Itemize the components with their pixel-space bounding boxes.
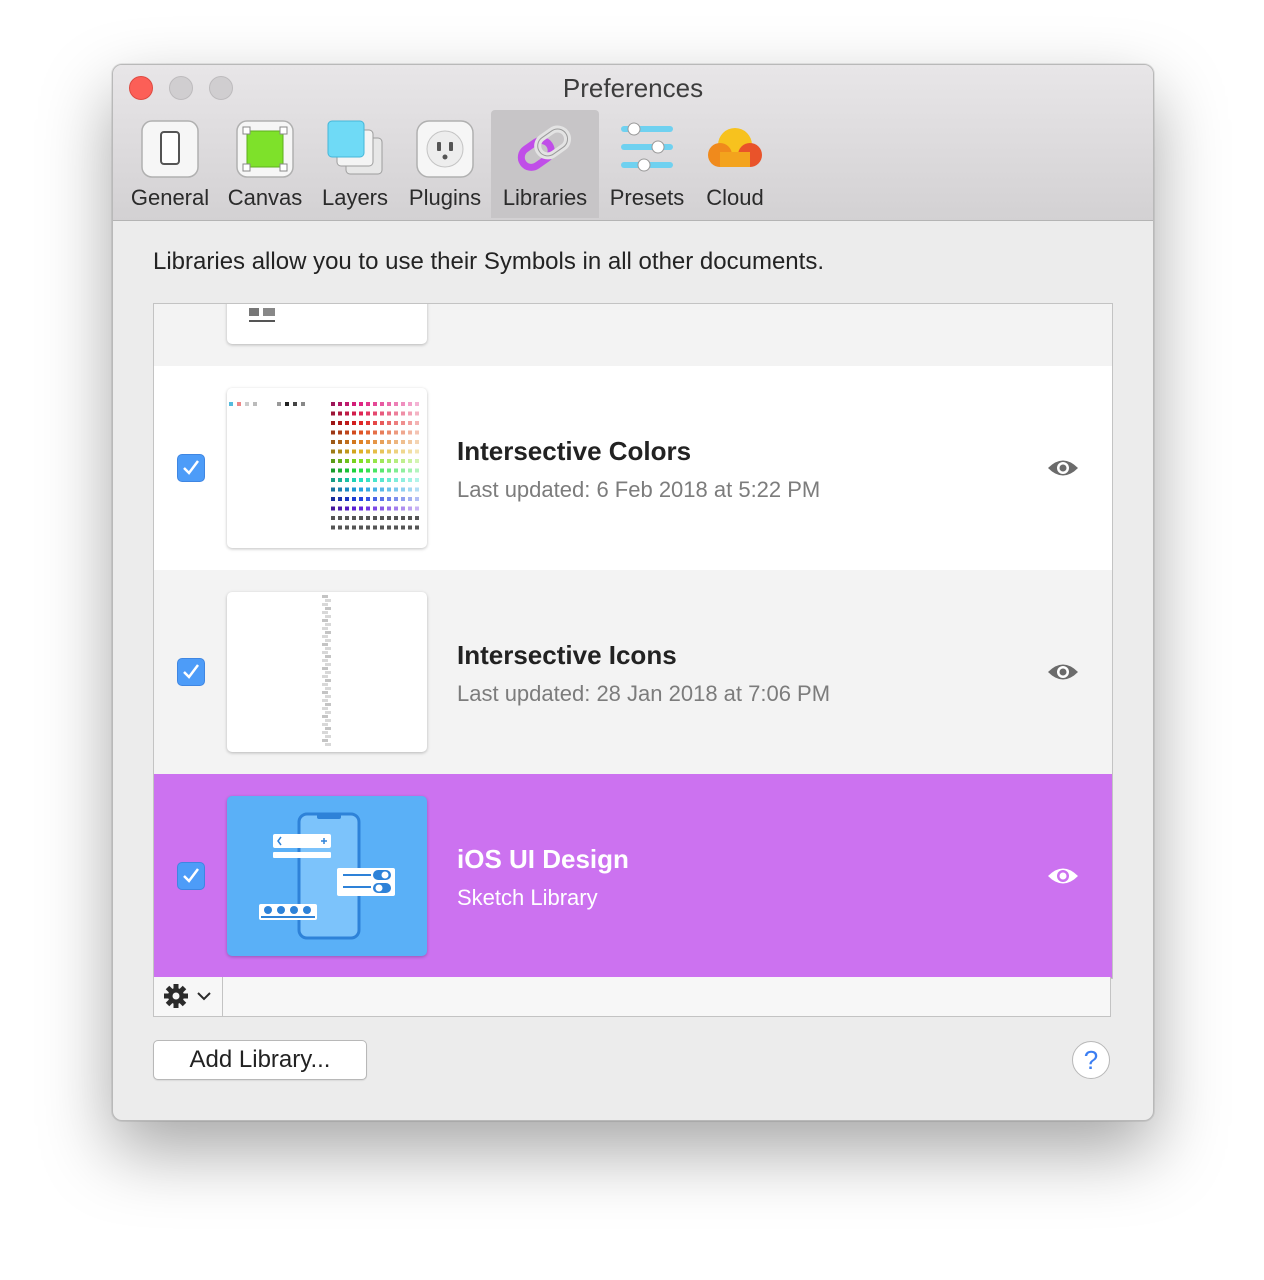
preferences-window: Preferences General Canvas Layers Plugin… [112,64,1154,1121]
library-enabled-checkbox[interactable] [177,454,205,482]
layers-icon [327,120,383,175]
library-subtitle: Sketch Library [457,885,598,910]
help-button[interactable]: ? [1072,1041,1110,1079]
cloud-icon [708,128,762,167]
library-thumbnail [227,304,427,344]
list-footer-bar [153,977,1111,1017]
list-item-ios-ui-design[interactable]: iOS UI Design Sketch Library [154,774,1112,978]
tab-presets[interactable]: Presets [605,110,689,218]
tab-plugins[interactable]: Plugins [401,110,489,218]
library-list[interactable]: Intersective Colors Last updated: 6 Feb … [153,303,1113,979]
libraries-pane: Libraries allow you to use their Symbols… [113,221,1153,1120]
plugins-icon [416,120,474,178]
pane-description: Libraries allow you to use their Symbols… [153,248,824,275]
tab-libraries[interactable]: Libraries [491,110,599,218]
tab-layers[interactable]: Layers [315,110,395,218]
tab-label: Presets [609,185,685,210]
general-icon [141,120,199,178]
tab-cloud[interactable]: Cloud [697,110,773,218]
color-swatches-preview [229,402,419,530]
tab-label: Libraries [502,185,588,210]
library-thumbnail [227,592,427,752]
library-enabled-checkbox[interactable] [177,862,205,890]
action-menu-button[interactable] [154,977,223,1016]
library-preview-image [249,308,275,322]
eye-icon[interactable] [1046,457,1080,479]
gear-icon [164,984,211,1008]
window-title: Preferences [562,73,704,103]
tab-canvas[interactable]: Canvas [223,110,307,218]
list-item-intersective-colors[interactable]: Intersective Colors Last updated: 6 Feb … [154,366,1112,570]
tab-general[interactable]: General [129,110,211,218]
toolbar: Preferences General Canvas Layers Plugin… [113,65,1153,221]
library-updated: Last updated: 28 Jan 2018 at 7:06 PM [457,681,831,706]
presets-icon [621,122,673,172]
list-item-intersective-icons[interactable]: Intersective Icons Last updated: 28 Jan … [154,570,1112,774]
library-name: Intersective Icons [457,640,677,670]
library-name: iOS UI Design [457,844,629,874]
list-item[interactable] [154,304,1112,366]
add-library-button[interactable]: Add Library... [153,1040,367,1080]
library-name: Intersective Colors [457,436,692,466]
eye-icon[interactable] [1046,865,1080,887]
tab-label: Plugins [408,185,482,210]
library-thumbnail [227,388,427,548]
tab-label: Cloud [706,185,764,210]
checkmark-icon [183,460,199,475]
tab-label: Canvas [227,185,303,210]
checkmark-icon [183,868,199,883]
eye-icon[interactable] [1046,661,1080,683]
library-updated: Last updated: 6 Feb 2018 at 5:22 PM [457,477,821,502]
tab-label: Layers [321,185,389,210]
library-thumbnail [227,796,427,956]
checkmark-icon [183,664,199,679]
libraries-icon [517,125,572,171]
library-enabled-checkbox[interactable] [177,658,205,686]
tab-label: General [130,185,210,210]
phone-illustration [259,812,395,940]
canvas-icon [236,120,294,178]
icons-preview [322,595,331,746]
